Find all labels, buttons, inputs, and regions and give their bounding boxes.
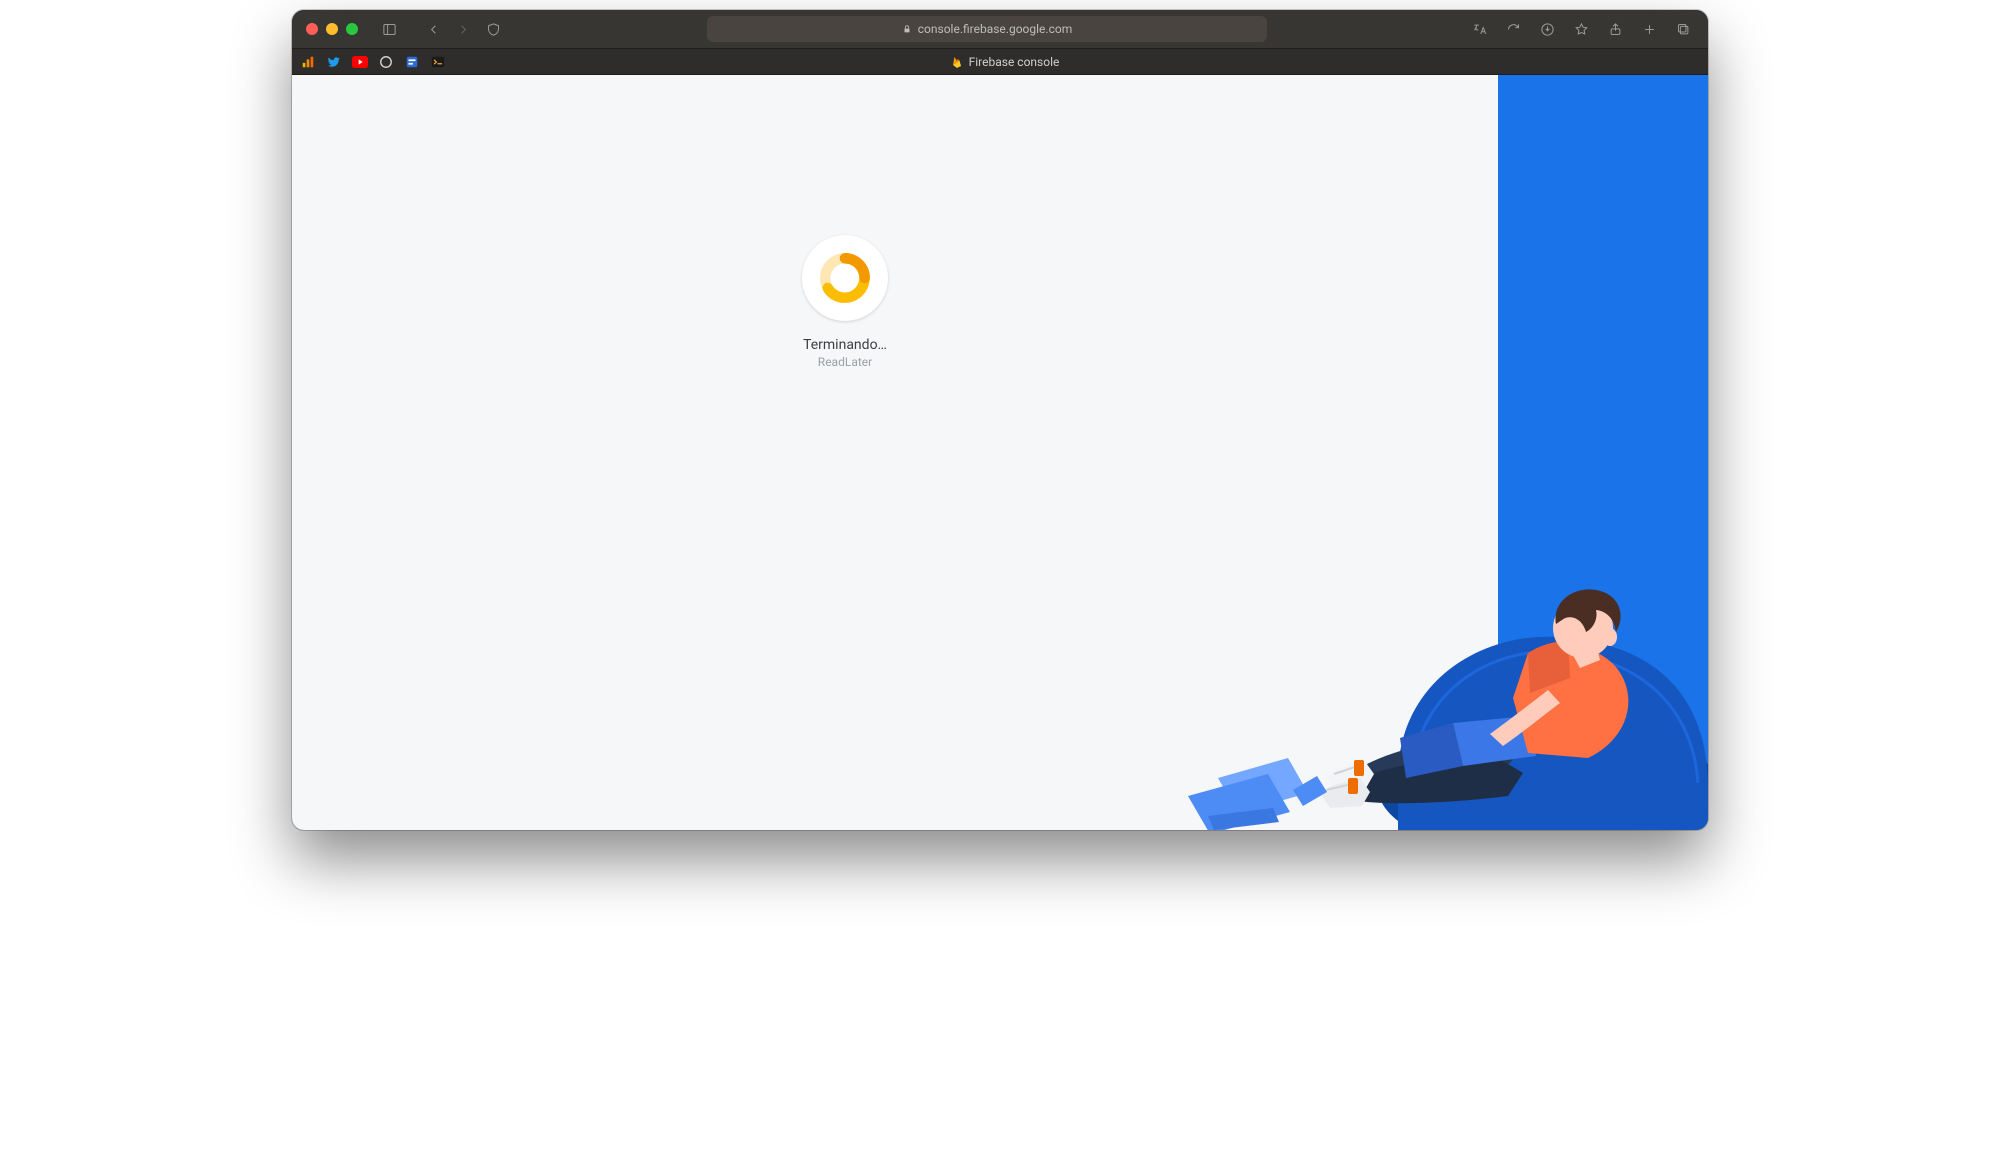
window-controls bbox=[306, 23, 358, 35]
twitter-icon bbox=[327, 55, 341, 69]
translate-button[interactable] bbox=[1468, 18, 1490, 40]
browser-toolbar: console.firebase.google.com bbox=[292, 10, 1708, 48]
loading-status-text: Terminando… bbox=[770, 337, 920, 353]
circle-icon bbox=[379, 55, 393, 69]
youtube-icon bbox=[352, 56, 368, 68]
new-tab-button[interactable] bbox=[1638, 18, 1660, 40]
analytics-icon bbox=[301, 55, 315, 69]
reload-button[interactable] bbox=[1502, 18, 1524, 40]
loading-project-text: ReadLater bbox=[770, 355, 920, 369]
tab-strip: Firebase console bbox=[292, 48, 1708, 74]
bookmark-button[interactable] bbox=[1570, 18, 1592, 40]
minimize-window-button[interactable] bbox=[326, 23, 338, 35]
favorite-terminal[interactable] bbox=[426, 50, 450, 74]
url-text: console.firebase.google.com bbox=[918, 22, 1072, 36]
favorite-circle[interactable] bbox=[374, 50, 398, 74]
hero-illustration bbox=[1168, 518, 1708, 830]
page-content: Terminando… ReadLater bbox=[292, 74, 1708, 830]
share-button[interactable] bbox=[1604, 18, 1626, 40]
tab-title-text: Firebase console bbox=[969, 55, 1060, 69]
app-icon bbox=[405, 55, 419, 69]
forward-button[interactable] bbox=[452, 18, 474, 40]
favorite-analytics[interactable] bbox=[296, 50, 320, 74]
sidebar-toggle-button[interactable] bbox=[378, 18, 400, 40]
downloads-button[interactable] bbox=[1536, 18, 1558, 40]
loading-spinner-icon bbox=[816, 249, 874, 307]
firebase-icon bbox=[951, 56, 963, 68]
terminal-icon bbox=[431, 55, 445, 69]
favorite-youtube[interactable] bbox=[348, 50, 372, 74]
favorite-twitter[interactable] bbox=[322, 50, 346, 74]
active-tab[interactable]: Firebase console bbox=[452, 55, 1558, 69]
close-window-button[interactable] bbox=[306, 23, 318, 35]
favorite-app[interactable] bbox=[400, 50, 424, 74]
back-button[interactable] bbox=[422, 18, 444, 40]
lock-icon bbox=[902, 24, 912, 34]
spinner-container bbox=[802, 235, 888, 321]
tab-overview-button[interactable] bbox=[1672, 18, 1694, 40]
browser-window: console.firebase.google.com bbox=[292, 10, 1708, 830]
maximize-window-button[interactable] bbox=[346, 23, 358, 35]
toolbar-right bbox=[1468, 18, 1694, 40]
loading-card: Terminando… ReadLater bbox=[770, 235, 920, 369]
privacy-report-button[interactable] bbox=[482, 18, 504, 40]
favorites-bar bbox=[292, 49, 452, 74]
address-bar[interactable]: console.firebase.google.com bbox=[707, 16, 1267, 42]
